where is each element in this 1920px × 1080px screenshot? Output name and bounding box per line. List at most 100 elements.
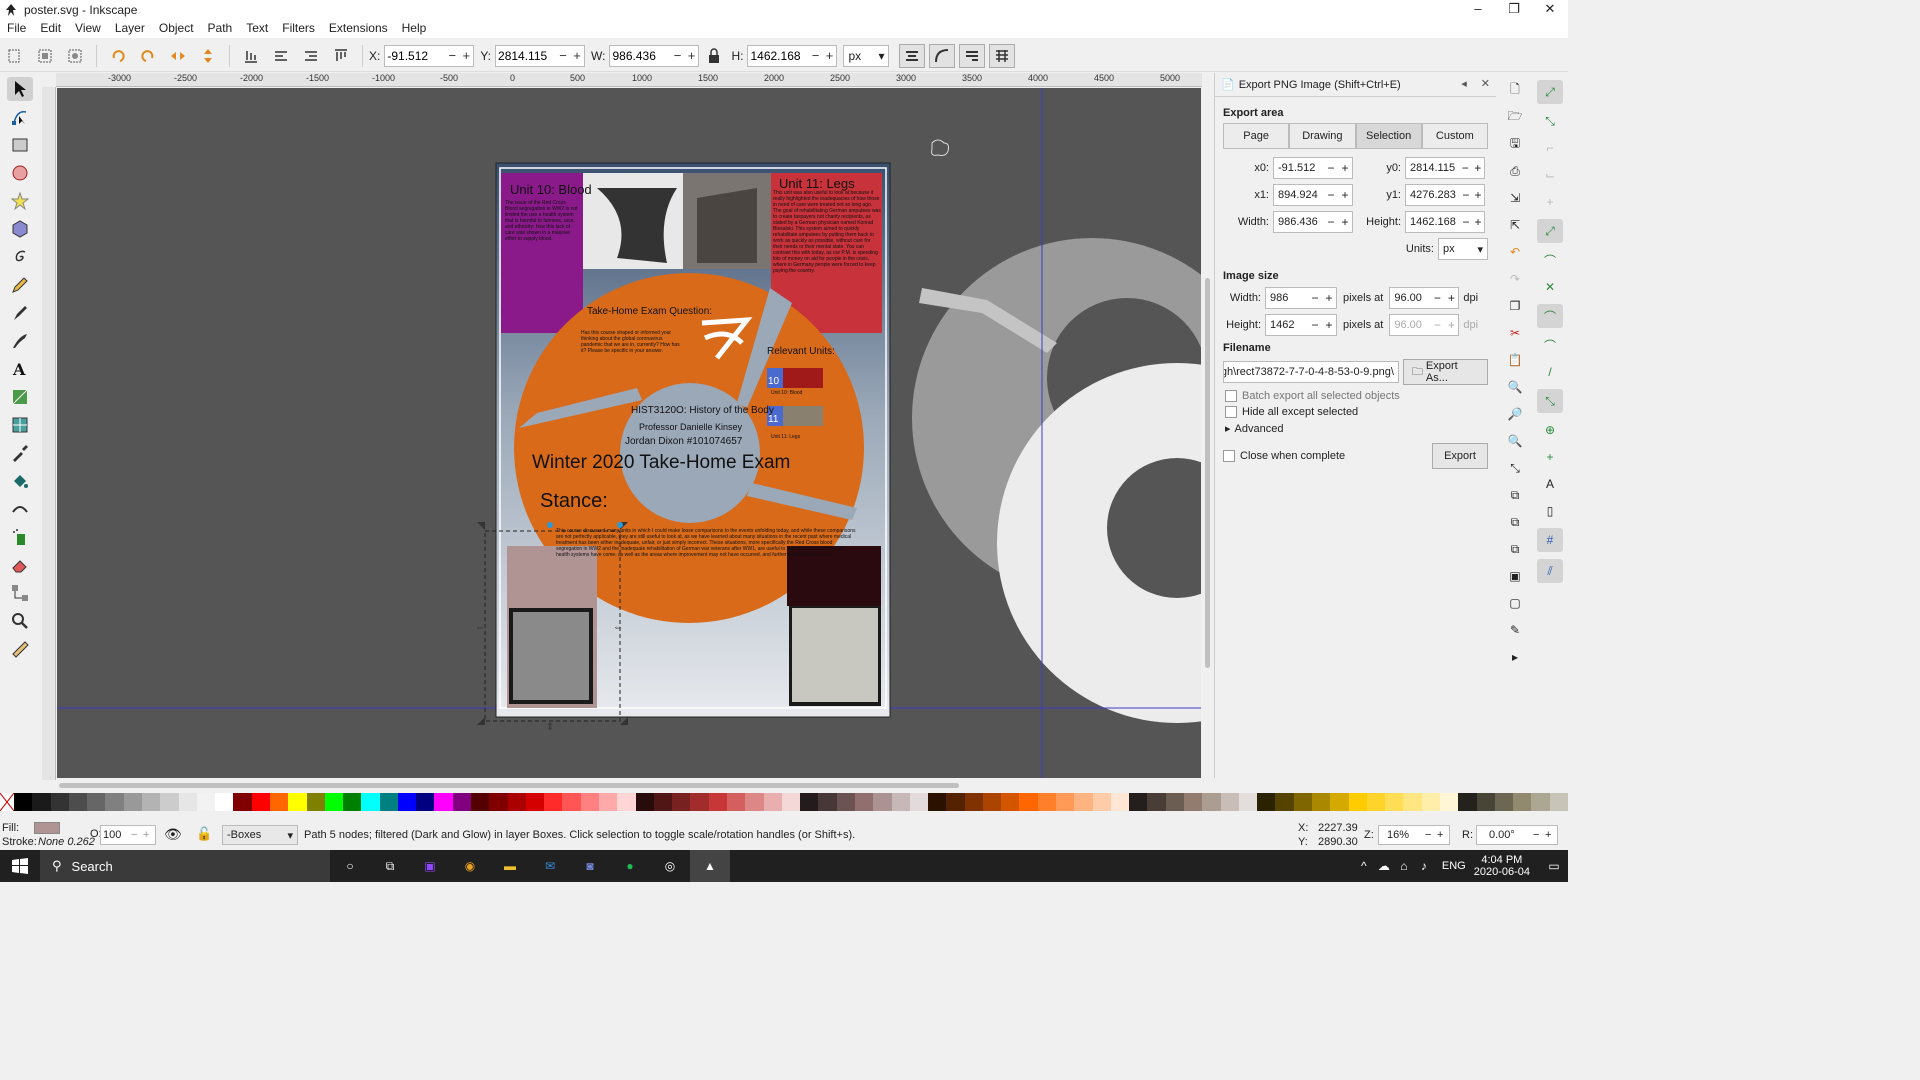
- color-swatch[interactable]: [87, 793, 106, 811]
- x-input[interactable]: [385, 48, 446, 63]
- twitch-icon[interactable]: ▣: [410, 850, 450, 882]
- more-commands-icon[interactable]: ▸: [1505, 647, 1525, 667]
- color-swatch[interactable]: [1366, 793, 1386, 811]
- img-width-field[interactable]: 986− +: [1265, 287, 1337, 309]
- color-swatch[interactable]: [1293, 793, 1312, 811]
- calligraphy-tool-icon[interactable]: [7, 329, 33, 353]
- filename-field[interactable]: \gdigh\rect73872-7-7-0-4-8-53-0-9.png: [1223, 361, 1399, 383]
- inkscape-taskbar-icon[interactable]: ▲: [690, 850, 730, 882]
- color-swatch[interactable]: [1531, 793, 1550, 811]
- y0-field[interactable]: 2814.115− +: [1405, 157, 1485, 179]
- color-swatch[interactable]: [1220, 793, 1239, 811]
- raise-icon[interactable]: [300, 45, 322, 67]
- export-doc-icon[interactable]: ⇱: [1505, 215, 1525, 235]
- color-swatch[interactable]: [233, 793, 252, 811]
- export-dialog-tab[interactable]: 📄 Export PNG Image (Shift+Ctrl+E) ◂ ✕: [1215, 73, 1496, 97]
- no-paint-swatch[interactable]: [0, 792, 15, 812]
- menu-help[interactable]: Help: [395, 20, 434, 38]
- color-swatch[interactable]: [306, 793, 325, 811]
- units-select[interactable]: px ▾: [1438, 238, 1488, 260]
- horizontal-scrollbar[interactable]: [57, 780, 1201, 790]
- color-swatch[interactable]: [269, 793, 289, 811]
- area-selection-button[interactable]: Selection: [1355, 123, 1422, 149]
- snap-bbox-edge-icon[interactable]: ⌐: [1540, 138, 1560, 158]
- color-swatch[interactable]: [1129, 793, 1148, 811]
- snap-line-mid-icon[interactable]: /: [1540, 362, 1560, 382]
- color-swatch[interactable]: [1476, 793, 1495, 811]
- color-swatch[interactable]: [690, 793, 709, 811]
- cut-icon[interactable]: ✂: [1505, 323, 1525, 343]
- color-swatch[interactable]: [745, 793, 764, 811]
- menu-path[interactable]: Path: [201, 20, 240, 38]
- vertical-scrollbar[interactable]: [1202, 88, 1212, 778]
- eraser-tool-icon[interactable]: [7, 553, 33, 577]
- color-swatch[interactable]: [178, 793, 197, 811]
- rotate-ccw-icon[interactable]: [107, 45, 129, 67]
- color-swatch[interactable]: [928, 793, 947, 811]
- color-swatch[interactable]: [1074, 793, 1093, 811]
- undo-icon[interactable]: ↶: [1505, 242, 1525, 262]
- color-swatch[interactable]: [324, 793, 344, 811]
- color-swatch[interactable]: [818, 793, 837, 811]
- color-swatch[interactable]: [507, 793, 526, 811]
- tray-expand-icon[interactable]: ^: [1354, 850, 1374, 882]
- notifications-icon[interactable]: ▭: [1540, 850, 1568, 882]
- snap-grid-icon[interactable]: #: [1537, 528, 1563, 552]
- flip-vertical-icon[interactable]: [197, 45, 219, 67]
- layer-lock-icon[interactable]: 🔓: [196, 826, 212, 842]
- lower-to-bottom-icon[interactable]: [240, 45, 262, 67]
- color-swatch[interactable]: [1165, 793, 1184, 811]
- y1-field[interactable]: 4276.283− +: [1405, 184, 1485, 206]
- area-drawing-button[interactable]: Drawing: [1289, 123, 1356, 149]
- export-as-button[interactable]: 🗀 Export As...: [1402, 359, 1488, 385]
- copy-icon[interactable]: ❐: [1505, 296, 1525, 316]
- menu-text[interactable]: Text: [239, 20, 275, 38]
- layer-visibility-icon[interactable]: 👁: [164, 826, 182, 843]
- snap-cusp-icon[interactable]: ⌒: [1537, 304, 1563, 328]
- snap-guide-icon[interactable]: ⫽: [1537, 559, 1563, 583]
- zoom-drawing-icon[interactable]: 🔎: [1505, 404, 1525, 424]
- maximize-button[interactable]: ❐: [1496, 0, 1532, 20]
- paint-bucket-tool-icon[interactable]: [7, 469, 33, 493]
- snap-bbox-corner-icon[interactable]: ⌙: [1540, 165, 1560, 185]
- color-swatch[interactable]: [1092, 793, 1111, 811]
- menu-file[interactable]: File: [0, 20, 33, 38]
- pencil-tool-icon[interactable]: [7, 273, 33, 297]
- color-swatch[interactable]: [781, 793, 801, 811]
- spray-tool-icon[interactable]: [7, 525, 33, 549]
- x0-field[interactable]: -91.512− +: [1273, 157, 1353, 179]
- group-icon[interactable]: ▣: [1505, 566, 1525, 586]
- paste-icon[interactable]: 📋: [1505, 350, 1525, 370]
- color-swatch[interactable]: [909, 793, 929, 811]
- color-swatch[interactable]: [215, 793, 234, 811]
- color-swatch[interactable]: [68, 793, 88, 811]
- area-width-field[interactable]: 986.436− +: [1273, 211, 1353, 233]
- select-all-layers-icon[interactable]: [34, 45, 56, 67]
- color-swatch[interactable]: [653, 793, 673, 811]
- h-decrement[interactable]: −: [808, 48, 822, 63]
- color-swatch[interactable]: [32, 793, 51, 811]
- measure-tool-icon[interactable]: [7, 637, 33, 661]
- color-swatch[interactable]: [397, 793, 417, 811]
- scale-corners-toggle[interactable]: [929, 43, 956, 68]
- x1-field[interactable]: 894.924− +: [1273, 184, 1353, 206]
- color-swatch[interactable]: [251, 793, 270, 811]
- color-swatch[interactable]: [50, 793, 69, 811]
- area-custom-button[interactable]: Custom: [1421, 123, 1488, 149]
- snap-intersection-icon[interactable]: ✕: [1540, 277, 1560, 297]
- color-swatch[interactable]: [141, 793, 161, 811]
- x-decrement[interactable]: −: [445, 48, 459, 63]
- steam-icon[interactable]: ◎: [650, 850, 690, 882]
- pen-tool-icon[interactable]: [7, 301, 33, 325]
- zoom-width-icon[interactable]: ⤡: [1505, 458, 1525, 478]
- minimize-button[interactable]: –: [1460, 0, 1496, 20]
- color-swatch[interactable]: [1403, 793, 1422, 811]
- area-height-field[interactable]: 1462.168− +: [1405, 211, 1485, 233]
- spotify-icon[interactable]: ●: [610, 850, 650, 882]
- color-swatch[interactable]: [1202, 793, 1221, 811]
- color-swatch[interactable]: [379, 793, 398, 811]
- discord-icon[interactable]: ◙: [570, 850, 610, 882]
- color-swatch[interactable]: [1147, 793, 1166, 811]
- zoom-field[interactable]: 16% − +: [1378, 825, 1450, 845]
- color-swatch[interactable]: [471, 793, 490, 811]
